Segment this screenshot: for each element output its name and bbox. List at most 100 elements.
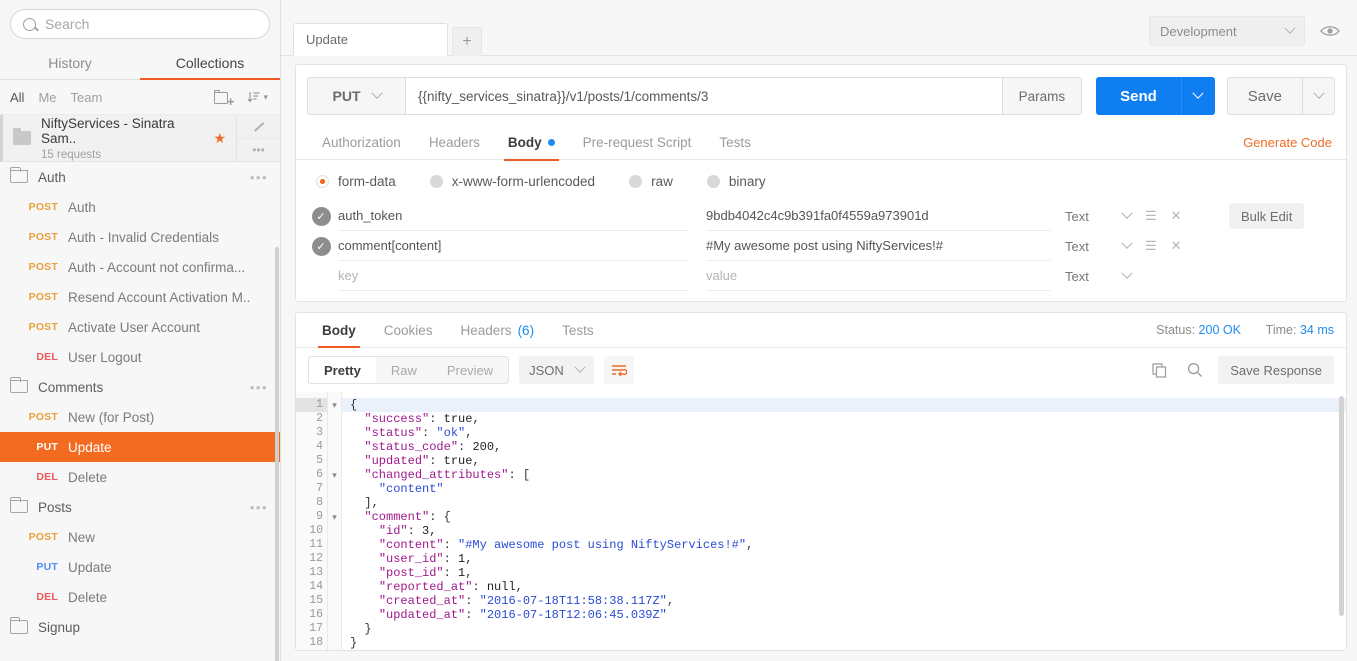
generate-code-link[interactable]: Generate Code	[1243, 135, 1334, 150]
tab-collections[interactable]: Collections	[140, 47, 280, 80]
method-selector[interactable]: PUT	[307, 77, 405, 115]
collection-tree[interactable]: NiftyServices - Sinatra Sam.. 15 request…	[0, 115, 280, 661]
sidebar-request-update[interactable]: PUT Update	[0, 552, 280, 582]
request-tab-headers[interactable]: Headers	[415, 126, 494, 160]
collection-header[interactable]: NiftyServices - Sinatra Sam.. 15 request…	[0, 115, 280, 162]
new-tab-button[interactable]: +	[452, 27, 482, 56]
request-tab-update[interactable]: Update	[293, 23, 448, 56]
filter-team[interactable]: Team	[71, 90, 103, 105]
sidebar-folder-comments[interactable]: Comments •••	[0, 372, 280, 402]
sidebar-request-new-for-post[interactable]: POST New (for Post)	[0, 402, 280, 432]
ellipsis-icon[interactable]: •••	[250, 380, 268, 395]
request-tab-tests[interactable]: Tests	[705, 126, 765, 160]
ellipsis-icon[interactable]: •••	[250, 170, 268, 185]
sidebar-request-auth-account-not-confirma[interactable]: POST Auth - Account not confirma...	[0, 252, 280, 282]
body-type-raw[interactable]: raw	[629, 174, 673, 189]
sidebar-request-resend-account-activation-m[interactable]: POST Resend Account Activation M..	[0, 282, 280, 312]
body-type-form-data[interactable]: form-data	[316, 174, 396, 189]
sidebar-request-user-logout[interactable]: DEL User Logout	[0, 342, 280, 372]
sidebar-request-auth[interactable]: POST Auth	[0, 192, 280, 222]
sidebar-request-activate-user-account[interactable]: POST Activate User Account	[0, 312, 280, 342]
request-label: Auth	[68, 199, 96, 215]
fold-toggle-icon[interactable]: ▾	[328, 398, 341, 412]
request-tab-body[interactable]: Body	[494, 126, 569, 161]
search-input[interactable]: Search	[10, 9, 270, 39]
sidebar-request-delete[interactable]: DEL Delete	[0, 582, 280, 612]
value-input[interactable]: value	[706, 261, 1051, 291]
type-selector[interactable]: Text	[1065, 207, 1133, 224]
sidebar-folder-auth[interactable]: Auth •••	[0, 162, 280, 192]
response-scrollbar[interactable]	[1339, 396, 1344, 616]
checkbox-checked-icon[interactable]: ✓	[311, 206, 331, 226]
send-group: Send	[1096, 77, 1215, 115]
sort-icon[interactable]: ▾	[247, 90, 268, 104]
tab-label: Authorization	[322, 135, 401, 150]
view-mode-preview[interactable]: Preview	[432, 357, 508, 383]
ellipsis-icon[interactable]: •••	[250, 500, 268, 515]
key-input[interactable]: key	[338, 261, 688, 291]
code-line: }	[350, 636, 358, 650]
request-label: New	[68, 529, 96, 545]
filter-all[interactable]: All	[10, 90, 24, 105]
body-type-x-www-form-urlencoded[interactable]: x-www-form-urlencoded	[429, 174, 595, 189]
response-body[interactable]: 1 2 3 4 5 6 7 8 9 10 11 12 13 14 15 16 17 18 ▾ ▾ ▾ { "succe…	[296, 392, 1346, 650]
sidebar-folder-signup[interactable]: Signup•••	[0, 612, 280, 642]
filter-me[interactable]: Me	[38, 90, 56, 105]
code-line: "updated_at": "2016-07-18T12:06:45.039Z"	[378, 608, 667, 622]
tab-history[interactable]: History	[0, 47, 140, 79]
row-menu-icon[interactable]: ☰	[1145, 238, 1157, 254]
sidebar-request-update[interactable]: PUT Update	[0, 432, 280, 462]
word-wrap-icon[interactable]	[603, 356, 634, 384]
fold-toggle-icon[interactable]: ▾	[328, 510, 341, 524]
response-tab-cookies[interactable]: Cookies	[370, 313, 447, 347]
format-selector[interactable]: JSON	[519, 356, 594, 384]
save-button[interactable]: Save	[1226, 77, 1303, 115]
star-icon[interactable]: ★	[213, 130, 226, 147]
eye-icon[interactable]	[1315, 16, 1345, 46]
row-delete-icon[interactable]: ✕	[1171, 238, 1182, 254]
request-tab-authorization[interactable]: Authorization	[308, 126, 415, 160]
row-delete-icon[interactable]: ✕	[1171, 208, 1182, 224]
bulk-edit-button[interactable]: Bulk Edit	[1229, 203, 1305, 229]
new-folder-icon[interactable]: +	[214, 89, 234, 108]
request-method-badge: PUT	[36, 561, 58, 573]
json-code[interactable]: { "success": true, "status": "ok", "stat…	[342, 392, 1346, 650]
url-input[interactable]: {{nifty_services_sinatra}}/v1/posts/1/co…	[405, 77, 1003, 115]
body-type-binary[interactable]: binary	[706, 174, 766, 189]
sidebar-request-delete[interactable]: DEL Delete	[0, 462, 280, 492]
value-input[interactable]: #My awesome post using NiftyServices!#	[706, 231, 1051, 261]
pencil-icon[interactable]	[237, 115, 280, 139]
response-tab-headers[interactable]: Headers (6)	[447, 313, 549, 347]
send-button[interactable]: Send	[1096, 77, 1181, 115]
response-tab-tests[interactable]: Tests	[548, 313, 608, 347]
chevron-down-icon	[370, 87, 383, 99]
key-input[interactable]: auth_token	[338, 201, 688, 231]
ellipsis-icon[interactable]: •••	[237, 139, 280, 162]
copy-icon[interactable]	[1146, 357, 1172, 383]
request-tab-pre-request-script[interactable]: Pre-request Script	[569, 126, 706, 160]
send-options-button[interactable]	[1180, 77, 1215, 115]
type-selector[interactable]: Text	[1065, 267, 1133, 284]
sidebar-request-auth-invalid-credentials[interactable]: POST Auth - Invalid Credentials	[0, 222, 280, 252]
sidebar-request-new[interactable]: POST New	[0, 522, 280, 552]
sidebar-folder-posts[interactable]: Posts •••	[0, 492, 280, 522]
code-fold-gutter[interactable]: ▾ ▾ ▾	[328, 392, 342, 650]
fold-toggle-icon[interactable]: ▾	[328, 468, 341, 482]
params-button[interactable]: Params	[1002, 77, 1083, 115]
sidebar-scrollbar[interactable]	[275, 247, 279, 661]
form-data-row: key value Text	[304, 261, 1338, 291]
key-input[interactable]: comment[content]	[338, 231, 688, 261]
view-mode-raw[interactable]: Raw	[376, 357, 432, 383]
tab-label: Cookies	[383, 322, 433, 338]
save-options-button[interactable]	[1303, 77, 1335, 115]
value-input[interactable]: 9bdb4042c4c9b391fa0f4559a973901d	[706, 201, 1051, 231]
search-icon[interactable]	[1182, 357, 1208, 383]
checkbox-checked-icon[interactable]: ✓	[311, 236, 331, 256]
save-response-button[interactable]: Save Response	[1218, 356, 1334, 384]
response-tab-body[interactable]: Body	[308, 313, 370, 348]
environment-selector[interactable]: Development	[1149, 16, 1305, 46]
view-mode-pretty[interactable]: Pretty	[309, 357, 376, 383]
radio-label: raw	[651, 174, 673, 189]
row-menu-icon[interactable]: ☰	[1145, 208, 1157, 224]
type-selector[interactable]: Text	[1065, 237, 1133, 254]
